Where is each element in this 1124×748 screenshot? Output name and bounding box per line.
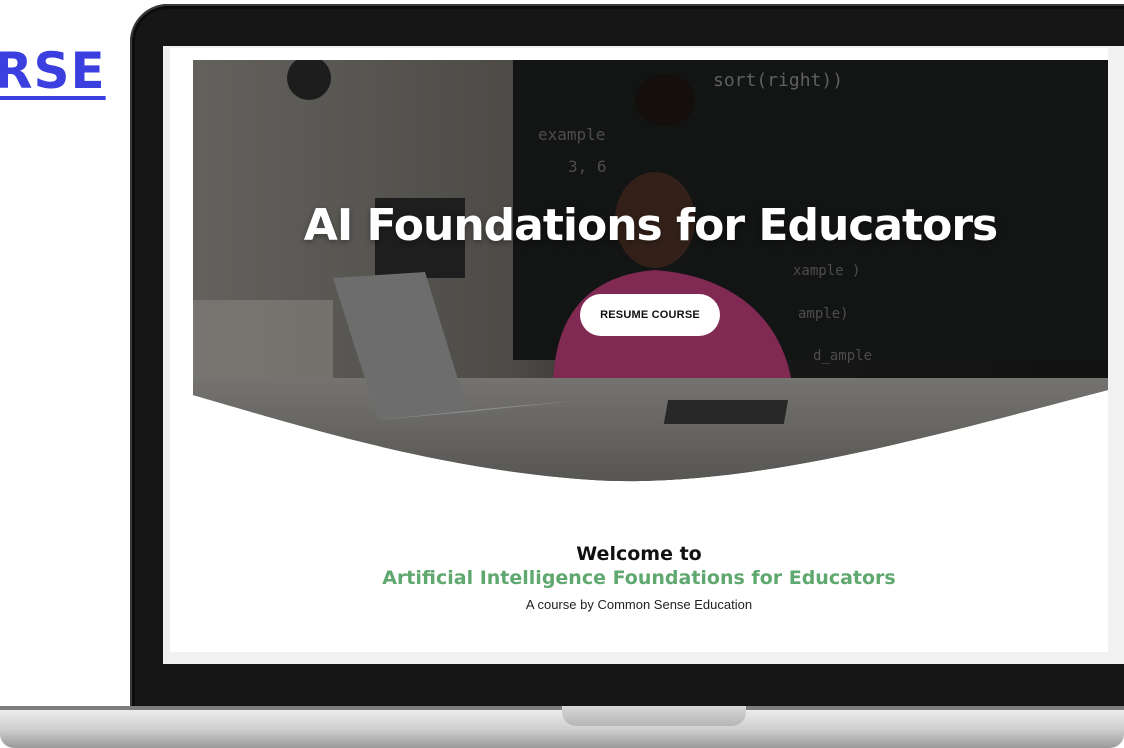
course-byline: A course by Common Sense Education	[525, 597, 753, 612]
laptop-notch	[562, 706, 746, 726]
course-link[interactable]: RSE	[0, 42, 106, 100]
course-title: Artificial Intelligence Foundations for …	[382, 567, 896, 589]
hero-banner: sort(right)) example 3, 6 xample ) ample…	[193, 60, 1108, 482]
course-page: sort(right)) example 3, 6 xample ) ample…	[170, 48, 1108, 652]
welcome-section: Welcome to Artificial Intelligence Found…	[170, 543, 1108, 612]
resume-course-button[interactable]: RESUME COURSE	[580, 294, 720, 336]
hero-image: sort(right)) example 3, 6 xample ) ample…	[193, 60, 1108, 482]
hero-title: AI Foundations for Educators	[303, 200, 998, 251]
welcome-heading: Welcome to	[576, 543, 702, 565]
